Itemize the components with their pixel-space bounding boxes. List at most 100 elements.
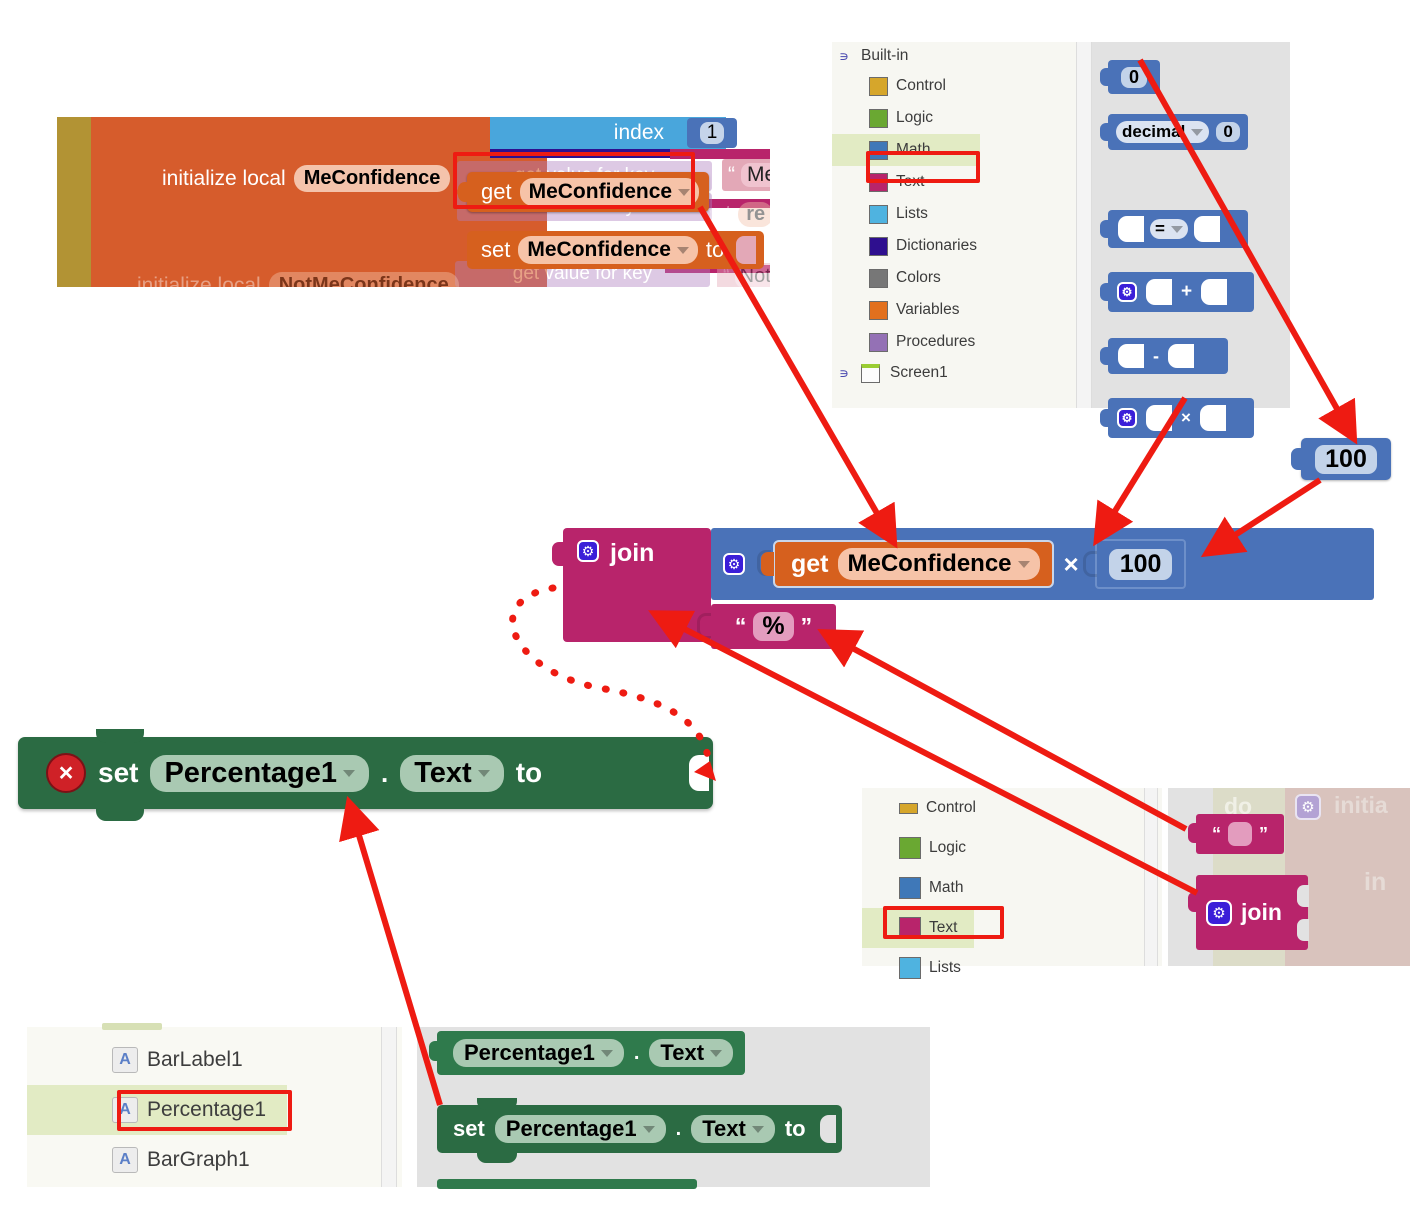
number-100-block[interactable]: 100 bbox=[1291, 438, 1391, 480]
get-meconfidence-value-block[interactable]: get MeConfidence bbox=[761, 540, 1054, 588]
empty-string-field[interactable] bbox=[1228, 822, 1252, 846]
collapse-toggle-icon[interactable]: ∍ bbox=[837, 48, 851, 65]
chevron-down-icon[interactable] bbox=[1017, 560, 1030, 568]
number-100-value[interactable]: 100 bbox=[1315, 444, 1377, 474]
percent-text-value[interactable]: % bbox=[753, 612, 794, 641]
palette-item-lists-2[interactable]: Lists bbox=[862, 948, 1162, 988]
math-add-block[interactable]: + bbox=[1100, 272, 1254, 312]
component-item-bargraph1[interactable]: A BarGraph1 bbox=[27, 1135, 402, 1185]
set-percentage1-text-block[interactable]: × set Percentage1 . Text to bbox=[18, 729, 713, 821]
left-socket-icon[interactable] bbox=[1118, 344, 1144, 368]
palette-item-dictionaries[interactable]: Dictionaries bbox=[832, 230, 1078, 262]
get-re-var[interactable]: re bbox=[738, 201, 770, 227]
collapse-toggle-icon-2[interactable]: ∍ bbox=[837, 365, 851, 382]
palette-item-text[interactable]: Text bbox=[832, 166, 1078, 198]
gear-icon[interactable] bbox=[723, 553, 745, 575]
gear-icon[interactable]: ⚙ bbox=[1206, 899, 1232, 926]
chevron-down-icon-2[interactable] bbox=[477, 769, 490, 777]
empty-string-block[interactable]: “ ” bbox=[1188, 814, 1284, 854]
math-decimal-block[interactable]: decimal 0 bbox=[1100, 114, 1248, 150]
math-subtract-block[interactable]: - bbox=[1100, 338, 1228, 374]
palette-item-procedures[interactable]: Procedures bbox=[832, 326, 1078, 358]
compare-op-dropdown[interactable]: = bbox=[1150, 219, 1188, 239]
setter-component-dropdown[interactable]: Percentage1 bbox=[494, 1115, 666, 1143]
palette-item-control-2[interactable]: Control bbox=[862, 788, 1162, 828]
palette-root-builtin[interactable]: ∍ Built-in bbox=[832, 42, 1078, 70]
setter-property-dropdown[interactable]: Text bbox=[691, 1115, 775, 1143]
palette-item-logic[interactable]: Logic bbox=[832, 102, 1078, 134]
text-string-me-value[interactable]: Me bbox=[741, 163, 770, 187]
chevron-down-icon[interactable] bbox=[342, 769, 355, 777]
palette-item-text-2[interactable]: Text bbox=[862, 908, 974, 948]
palette-root-screen1[interactable]: ∍ Screen1 bbox=[832, 358, 1078, 388]
percent-string-block[interactable]: “ % ” bbox=[697, 604, 836, 649]
set-variable-dropdown[interactable]: MeConfidence bbox=[518, 236, 698, 264]
list-index-number-block[interactable]: 1 bbox=[687, 118, 737, 148]
get-re-block[interactable]: get re bbox=[702, 199, 770, 229]
right-socket-icon[interactable] bbox=[1168, 344, 1194, 368]
right-socket-icon[interactable] bbox=[1199, 405, 1226, 431]
value-socket[interactable] bbox=[689, 755, 709, 791]
gear-icon[interactable] bbox=[1117, 408, 1137, 428]
math-number-block[interactable]: 0 bbox=[1100, 60, 1160, 94]
property-dropdown[interactable]: Text bbox=[400, 754, 504, 792]
getter-component-dropdown[interactable]: Percentage1 bbox=[453, 1039, 624, 1067]
join-text-block[interactable]: join bbox=[563, 528, 711, 642]
gear-icon[interactable] bbox=[577, 540, 599, 562]
initialize-local-var-field[interactable]: MeConfidence bbox=[293, 165, 451, 192]
palette-item-control[interactable]: Control bbox=[832, 70, 1078, 102]
setter-value-socket[interactable] bbox=[819, 1115, 836, 1143]
gear-icon[interactable] bbox=[1117, 282, 1137, 302]
component-item-percentage1[interactable]: A Percentage1 bbox=[27, 1085, 287, 1135]
percentage1-text-getter-block[interactable]: Percentage1 . Text bbox=[429, 1031, 746, 1075]
getter-property-dropdown[interactable]: Text bbox=[649, 1039, 734, 1067]
component-tree-scrollbar[interactable] bbox=[381, 1027, 397, 1187]
math-multiply-block[interactable]: × bbox=[1100, 398, 1254, 438]
math-compare-block[interactable]: = bbox=[1100, 210, 1248, 248]
get-meconfidence-block[interactable]: get MeConfidence bbox=[458, 172, 710, 212]
percentage1-text-setter-block[interactable]: set Percentage1 . Text to bbox=[437, 1098, 842, 1163]
chevron-down-icon[interactable] bbox=[678, 188, 691, 196]
text-string-me-block[interactable]: “ Me bbox=[722, 159, 770, 191]
component-dropdown[interactable]: Percentage1 bbox=[150, 754, 369, 792]
palette-scrollbar[interactable] bbox=[1076, 42, 1092, 408]
initialize-local-block-2[interactable]: initialize local NotMeConfidence bbox=[137, 272, 459, 287]
join-socket-1[interactable] bbox=[1297, 885, 1309, 907]
chevron-down-icon[interactable] bbox=[1170, 225, 1183, 233]
chevron-down-icon[interactable] bbox=[600, 1049, 613, 1057]
chevron-down-icon[interactable] bbox=[1191, 128, 1204, 136]
palette-item-variables[interactable]: Variables bbox=[832, 294, 1078, 326]
palette-scrollbar-2[interactable] bbox=[1144, 788, 1158, 966]
left-socket-icon[interactable] bbox=[1146, 279, 1172, 305]
get-variable-dropdown[interactable]: MeConfidence bbox=[837, 548, 1040, 580]
left-socket-icon[interactable] bbox=[697, 613, 711, 639]
palette-item-math-2[interactable]: Math bbox=[862, 868, 1162, 908]
initialize-local-var-field-2[interactable]: NotMeConfidence bbox=[268, 272, 459, 287]
left-socket-icon[interactable] bbox=[1082, 551, 1097, 577]
error-icon[interactable]: × bbox=[46, 753, 86, 793]
palette-item-lists[interactable]: Lists bbox=[832, 198, 1078, 230]
chevron-down-icon-2[interactable] bbox=[676, 246, 689, 254]
multiplier-100-value[interactable]: 100 bbox=[1108, 548, 1173, 580]
join-block-flyout[interactable]: ⚙ join bbox=[1188, 875, 1309, 950]
decimal-dropdown[interactable]: decimal bbox=[1116, 121, 1210, 143]
component-item-barlabel1[interactable]: A BarLabel1 bbox=[27, 1035, 402, 1085]
get-variable-dropdown[interactable]: MeConfidence bbox=[519, 178, 700, 206]
decimal-value[interactable]: 0 bbox=[1216, 122, 1240, 142]
set-meconfidence-block[interactable]: set MeConfidence to bbox=[467, 231, 765, 269]
chevron-down-icon-2[interactable] bbox=[710, 1049, 723, 1057]
palette-item-colors[interactable]: Colors bbox=[832, 262, 1078, 294]
initialize-local-block[interactable]: initialize local MeConfidence bbox=[162, 165, 451, 192]
palette-item-math[interactable]: Math bbox=[832, 134, 980, 166]
math-number-value[interactable]: 0 bbox=[1120, 66, 1147, 88]
multiplier-100-block[interactable]: 100 bbox=[1082, 539, 1187, 589]
multiply-block[interactable]: get MeConfidence × 100 bbox=[711, 528, 1374, 600]
right-socket-icon[interactable] bbox=[1193, 216, 1220, 242]
set-value-socket[interactable] bbox=[736, 236, 757, 264]
left-socket-icon[interactable] bbox=[1118, 216, 1144, 242]
left-socket-icon[interactable] bbox=[1146, 405, 1172, 431]
chevron-down-icon-4[interactable] bbox=[751, 1125, 764, 1133]
right-socket-icon[interactable] bbox=[1201, 279, 1228, 305]
chevron-down-icon-3[interactable] bbox=[642, 1125, 655, 1133]
join-socket-2[interactable] bbox=[1297, 919, 1309, 941]
